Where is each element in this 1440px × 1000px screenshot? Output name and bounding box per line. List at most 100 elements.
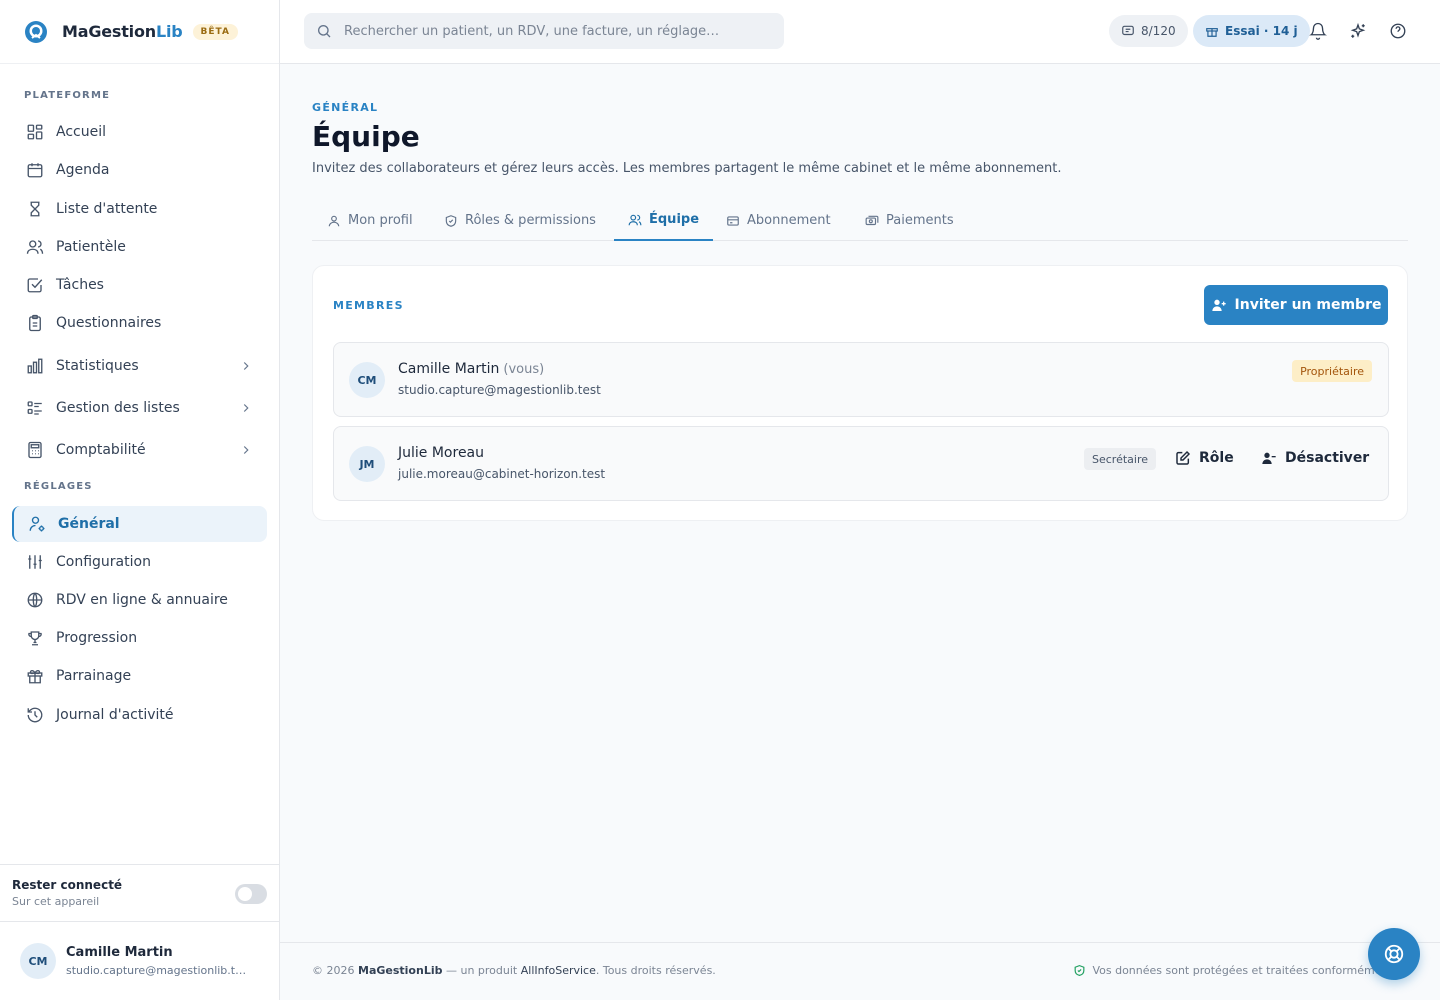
stay-connected-title: Rester connecté — [12, 878, 123, 892]
search-icon — [318, 25, 331, 38]
footer-brand: MaGestionLib — [358, 964, 443, 977]
sidebar-item-questionnaires[interactable]: Questionnaires — [12, 305, 267, 341]
bell-icon[interactable] — [1309, 22, 1327, 40]
cash-icon — [865, 215, 879, 225]
current-user[interactable]: CM Camille Martin studio.capture@magesti… — [0, 922, 279, 1000]
user-info: Camille Martin studio.capture@magestionl… — [66, 945, 248, 977]
beta-badge: BÊTA — [192, 23, 238, 40]
sidebar-item-label: Questionnaires — [56, 315, 162, 331]
sidebar-item-activity-log[interactable]: Journal d'activité — [12, 697, 267, 733]
tab-team[interactable]: Équipe — [614, 200, 714, 241]
lifebuoy-icon — [1384, 944, 1404, 964]
usage-text: 8/120 — [1141, 24, 1176, 38]
tab-label: Paiements — [886, 213, 954, 228]
sidebar-item-label: Accueil — [56, 124, 106, 140]
gift-icon — [27, 669, 43, 684]
tab-roles[interactable]: Rôles & permissions — [430, 200, 610, 241]
sidebar-item-progression[interactable]: Progression — [12, 620, 267, 656]
sidebar-item-lists[interactable]: Gestion des listes — [12, 390, 267, 426]
tab-label: Rôles & permissions — [465, 213, 596, 228]
user-icon — [328, 215, 340, 226]
usage-counter[interactable]: 8/120 — [1109, 15, 1188, 47]
page-overline: GÉNÉRAL — [312, 101, 379, 114]
calculator-icon — [28, 441, 42, 459]
stay-connected-toggle[interactable] — [235, 884, 267, 904]
member-row: JM Julie Moreau julie.moreau@cabinet-hor… — [333, 426, 1389, 501]
trophy-icon — [28, 631, 42, 646]
history-icon — [27, 707, 43, 723]
page-description: Invitez des collaborateurs et gérez leur… — [312, 161, 1062, 176]
change-role-button[interactable]: Rôle — [1175, 448, 1234, 468]
shield-check-icon — [1075, 964, 1085, 976]
brand[interactable]: MaGestionLib BÊTA — [0, 0, 279, 64]
footer-privacy[interactable]: Vos données sont protégées et traitées c… — [1073, 964, 1410, 977]
tab-label: Abonnement — [747, 213, 831, 228]
tab-payments[interactable]: Paiements — [851, 200, 968, 241]
stay-connected: Rester connecté Sur cet appareil — [0, 864, 279, 922]
chevron-right-icon — [243, 362, 249, 370]
sidebar-item-label: Parrainage — [56, 668, 132, 684]
avatar: CM — [20, 943, 56, 979]
sidebar-item-referral[interactable]: Parrainage — [12, 658, 267, 694]
member-name: Camille Martin (vous) — [398, 361, 545, 377]
chevron-right-icon — [243, 446, 249, 454]
users-icon — [26, 240, 44, 254]
tab-profile[interactable]: Mon profil — [313, 200, 427, 241]
user-name: Camille Martin — [66, 945, 173, 960]
role-badge-secretary: Secrétaire — [1083, 448, 1156, 470]
sidebar-item-label: Gestion des listes — [56, 400, 180, 416]
globe-icon — [27, 592, 43, 608]
user-email: studio.capture@magestionlib.test — [66, 964, 248, 977]
tab-subscription[interactable]: Abonnement — [712, 200, 845, 241]
sidebar-item-general[interactable]: Général — [12, 506, 267, 542]
nav-section-settings: RÉGLAGES — [24, 481, 93, 492]
role-badge-owner: Propriétaire — [1292, 360, 1372, 382]
avatar: CM — [349, 362, 385, 398]
stay-connected-subtitle: Sur cet appareil — [12, 895, 100, 908]
invite-member-button[interactable]: Inviter un membre — [1204, 285, 1388, 325]
list-icon — [27, 401, 42, 415]
deactivate-button[interactable]: Désactiver — [1261, 448, 1369, 468]
trial-badge[interactable]: Essai · 14 j — [1193, 15, 1310, 47]
member-you: (vous) — [503, 362, 545, 377]
message-icon — [1122, 25, 1134, 36]
sidebar-item-agenda[interactable]: Agenda — [12, 152, 267, 188]
change-role-label: Rôle — [1199, 450, 1234, 466]
support-button[interactable] — [1368, 928, 1420, 980]
clipboard-icon — [29, 314, 41, 332]
sidebar-item-online-booking[interactable]: RDV en ligne & annuaire — [12, 582, 267, 618]
user-plus-icon — [1211, 299, 1226, 311]
sparkles-icon[interactable] — [1349, 22, 1367, 40]
avatar: JM — [349, 446, 385, 482]
sidebar-item-label: Patientèle — [56, 239, 126, 255]
dashboard-icon — [27, 124, 43, 140]
sidebar-item-configuration[interactable]: Configuration — [12, 544, 267, 580]
sidebar-item-tasks[interactable]: Tâches — [12, 267, 267, 303]
sidebar-item-label: Journal d'activité — [56, 707, 174, 723]
sidebar-item-accounting[interactable]: Comptabilité — [12, 432, 267, 468]
app-logo-icon — [25, 20, 47, 43]
trial-text: Essai · 14 j — [1225, 24, 1298, 38]
sidebar-item-label: Liste d'attente — [56, 201, 158, 217]
user-cog-icon — [29, 516, 45, 532]
footer-company[interactable]: AllInfoService — [521, 964, 596, 977]
members-label: MEMBRES — [333, 299, 404, 312]
help-icon[interactable] — [1389, 22, 1407, 40]
footer-copyright: © 2026 MaGestionLib — un produit AllInfo… — [312, 964, 716, 977]
shield-icon — [445, 214, 457, 227]
edit-icon — [1176, 450, 1191, 465]
sidebar-item-statistics[interactable]: Statistiques — [12, 348, 267, 384]
settings-tabs: Mon profil Rôles & permissions Équipe Ab… — [312, 200, 1408, 241]
search-bar[interactable] — [304, 13, 784, 49]
bar-chart-icon — [27, 358, 43, 374]
member-email: julie.moreau@cabinet-horizon.test — [398, 467, 606, 481]
invite-member-label: Inviter un membre — [1234, 297, 1382, 313]
search-input[interactable] — [344, 23, 764, 39]
footer: © 2026 MaGestionLib — un produit AllInfo… — [280, 942, 1440, 1000]
member-email: studio.capture@magestionlib.test — [398, 383, 601, 397]
member-name: Julie Moreau — [398, 445, 485, 461]
sidebar-item-accueil[interactable]: Accueil — [12, 114, 267, 150]
sidebar-item-patients[interactable]: Patientèle — [12, 229, 267, 265]
tab-label: Équipe — [649, 212, 700, 227]
sidebar-item-waitlist[interactable]: Liste d'attente — [12, 191, 267, 227]
